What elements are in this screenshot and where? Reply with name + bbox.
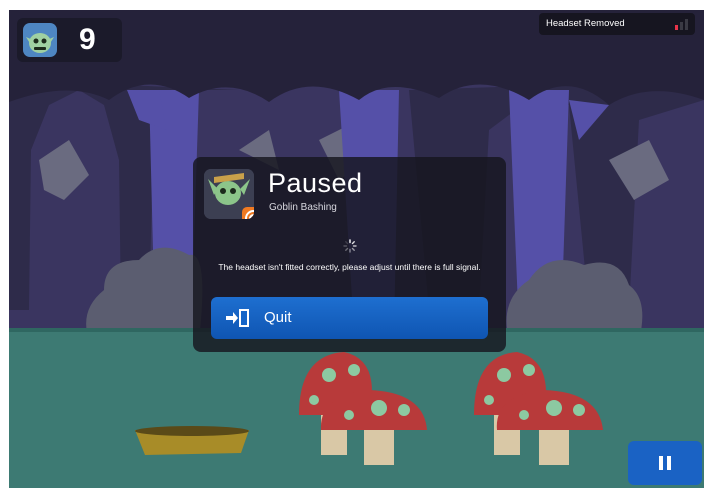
score-panel: 9 <box>17 18 122 62</box>
headset-fit-message: The headset isn't fitted correctly, plea… <box>218 262 481 272</box>
pause-icon <box>659 456 671 470</box>
loading-spinner-icon <box>343 239 357 253</box>
target-badge-icon <box>242 207 254 219</box>
exit-door-icon <box>226 309 249 327</box>
headset-status-bar: Headset Removed <box>539 13 695 35</box>
goblin-bashing-game-icon <box>204 169 254 219</box>
dialog-title: Paused <box>268 168 363 198</box>
quit-button[interactable]: Quit <box>211 297 488 339</box>
signal-strength-icon <box>675 19 688 30</box>
pause-dialog: Paused Goblin Bashing The headset isn't … <box>193 157 506 352</box>
headset-status-text: Headset Removed <box>546 18 625 29</box>
score-value: 9 <box>79 23 96 56</box>
pause-button[interactable] <box>628 441 702 485</box>
goblin-avatar-icon <box>23 23 57 57</box>
game-viewport: 9 Headset Removed Paused Goblin Bashing … <box>9 10 704 488</box>
game-name: Goblin Bashing <box>269 202 337 213</box>
quit-button-label: Quit <box>264 309 292 326</box>
